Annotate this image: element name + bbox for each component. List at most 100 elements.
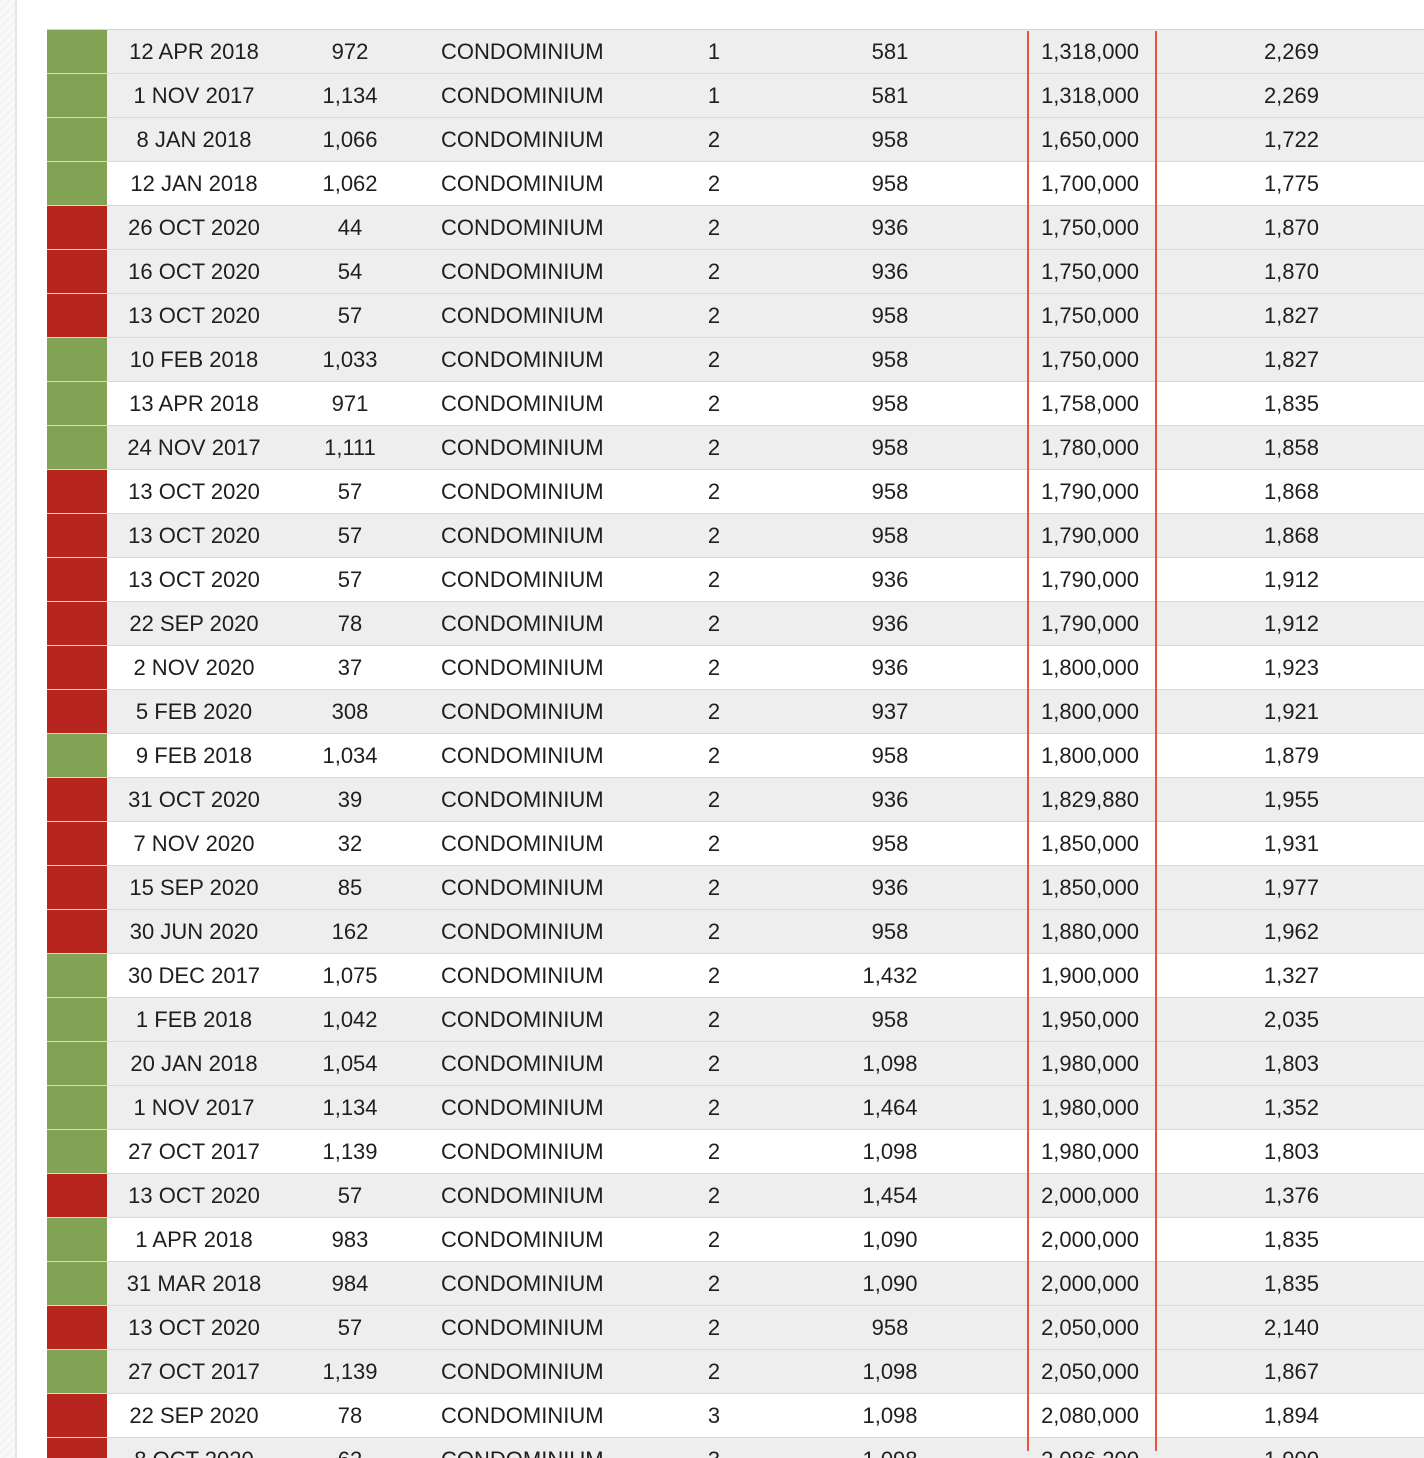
table-row[interactable]: 10 FEB 2018 1,033 CONDOMINIUM 2 958 1,750,000…: [47, 338, 1424, 382]
table-row[interactable]: 15 SEP 2020 85 CONDOMINIUM 2 936 1,850,000 1,9…: [47, 866, 1424, 910]
sale-date-cell: 10 FEB 2018: [129, 347, 259, 372]
sale-date-cell: 15 SEP 2020: [129, 875, 259, 900]
table-row[interactable]: 27 OCT 2017 1,139 CONDOMINIUM 2 1,098 2,050,0…: [47, 1350, 1424, 1394]
area-sqft-cell: 958: [871, 1315, 909, 1340]
status-indicator: [47, 250, 107, 293]
table-row[interactable]: 31 OCT 2020 39 CONDOMINIUM 2 936 1,829,880 1,9…: [47, 778, 1424, 822]
area-sqft-cell: 958: [871, 127, 909, 152]
status-indicator: [47, 382, 107, 425]
table-row[interactable]: 2 NOV 2020 37 CONDOMINIUM 2 936 1,800,000 1,92…: [47, 646, 1424, 690]
status-indicator: [47, 1086, 107, 1129]
price-psf-cell: 1,835: [1263, 1271, 1319, 1296]
area-sqft-cell: 1,432: [862, 963, 918, 988]
area-sqft-cell: 958: [871, 303, 909, 328]
area-sqft-cell: 958: [871, 919, 909, 944]
table-row[interactable]: 9 FEB 2018 1,034 CONDOMINIUM 2 958 1,800,000 1…: [47, 734, 1424, 778]
bedrooms-cell: 2: [707, 1271, 721, 1296]
area-sqft-cell: 1,098: [779, 1438, 1001, 1458]
days-ago-cell: 78: [337, 1403, 363, 1428]
sale-date-cell: 2 NOV 2020: [133, 655, 255, 680]
status-indicator: [47, 1306, 107, 1349]
price-psf-cell: 1,867: [1263, 1359, 1319, 1384]
price-psf-cell: 1,977: [1263, 875, 1319, 900]
table-row[interactable]: 13 OCT 2020 57 CONDOMINIUM 2 936 1,790,000 1,9…: [47, 558, 1424, 602]
days-ago-cell: 162: [331, 919, 369, 944]
table-row[interactable]: 1 NOV 2017 1,134 CONDOMINIUM 1 581 1,318,000 2…: [47, 74, 1424, 118]
property-type-cell: CONDOMINIUM: [441, 391, 604, 416]
property-type-cell: CONDOMINIUM: [441, 1183, 604, 1208]
table-row[interactable]: 12 JAN 2018 1,062 CONDOMINIUM 2 958 1,700,000…: [47, 162, 1424, 206]
status-indicator: [47, 602, 107, 645]
days-ago-cell: 78: [337, 611, 363, 636]
table-row[interactable]: 1 FEB 2018 1,042 CONDOMINIUM 2 958 1,950,000 2…: [47, 998, 1424, 1042]
days-ago-cell: 85: [337, 875, 363, 900]
table-row[interactable]: 8 JAN 2018 1,066 CONDOMINIUM 2 958 1,650,000 1…: [47, 118, 1424, 162]
property-type-cell: CONDOMINIUM: [441, 831, 604, 856]
sale-date-cell: 1 FEB 2018: [135, 1007, 253, 1032]
table-row[interactable]: 7 NOV 2020 32 CONDOMINIUM 2 958 1,850,000 1,93…: [47, 822, 1424, 866]
property-type-cell: CONDOMINIUM: [441, 259, 604, 284]
bedrooms-cell: 3: [649, 1438, 779, 1458]
bedrooms-cell: 2: [707, 303, 721, 328]
table-row[interactable]: 1 NOV 2017 1,134 CONDOMINIUM 2 1,464 1,980,00…: [47, 1086, 1424, 1130]
table-row[interactable]: 30 DEC 2017 1,075 CONDOMINIUM 2 1,432 1,900,0…: [47, 954, 1424, 998]
table-row[interactable]: 13 OCT 2020 57 CONDOMINIUM 2 958 1,790,000 1,8…: [47, 470, 1424, 514]
status-indicator: [47, 1350, 107, 1393]
area-sqft-cell: 936: [871, 611, 909, 636]
bedrooms-cell: 2: [707, 611, 721, 636]
table-row[interactable]: 20 JAN 2018 1,054 CONDOMINIUM 2 1,098 1,980,0…: [47, 1042, 1424, 1086]
days-ago-cell: 1,034: [322, 743, 378, 768]
days-ago-cell: 984: [331, 1271, 369, 1296]
property-type-cell: CONDOMINIUM: [441, 1095, 604, 1120]
status-indicator: [47, 1130, 107, 1173]
bedrooms-cell: 2: [707, 171, 721, 196]
table-row[interactable]: 13 OCT 2020 57 CONDOMINIUM 2 1,454 2,000,000 1…: [47, 1174, 1424, 1218]
bedrooms-cell: 1: [707, 39, 721, 64]
status-indicator: [47, 1042, 107, 1085]
table-row[interactable]: 13 APR 2018 971 CONDOMINIUM 2 958 1,758,000 1,…: [47, 382, 1424, 426]
table-row[interactable]: 13 OCT 2020 57 CONDOMINIUM 2 958 1,790,000 1,8…: [47, 514, 1424, 558]
property-type-cell: CONDOMINIUM: [441, 523, 604, 548]
price-psf-cell: 1,912: [1263, 567, 1319, 592]
area-sqft-cell: 958: [871, 523, 909, 548]
price-psf-cell: 1,775: [1263, 171, 1319, 196]
table-row[interactable]: 13 OCT 2020 57 CONDOMINIUM 2 958 1,750,000 1,8…: [47, 294, 1424, 338]
sale-date-cell: 16 OCT 2020: [128, 259, 260, 284]
status-indicator: [47, 162, 107, 205]
table-row[interactable]: 30 JUN 2020 162 CONDOMINIUM 2 958 1,880,000 1,…: [47, 910, 1424, 954]
status-indicator: [47, 426, 107, 469]
sale-date-cell: 13 OCT 2020: [128, 1183, 260, 1208]
price-psf-cell: 1,900: [1179, 1438, 1319, 1458]
table-row[interactable]: 8 OCT 202062CONDOMINIUM31,0982,086,2001,…: [47, 1438, 1424, 1458]
table-row[interactable]: 16 OCT 2020 54 CONDOMINIUM 2 936 1,750,000 1,8…: [47, 250, 1424, 294]
days-ago-cell: 57: [337, 523, 363, 548]
price-psf-cell: 2,269: [1263, 83, 1319, 108]
table-row[interactable]: 1 APR 2018 983 CONDOMINIUM 2 1,090 2,000,000 1…: [47, 1218, 1424, 1262]
table-row[interactable]: 22 SEP 2020 78 CONDOMINIUM 2 936 1,790,000 1,9…: [47, 602, 1424, 646]
sale-date-cell: 22 SEP 2020: [129, 1403, 259, 1428]
sale-date-cell: 12 JAN 2018: [130, 171, 258, 196]
table-row[interactable]: 27 OCT 2017 1,139 CONDOMINIUM 2 1,098 1,980,0…: [47, 1130, 1424, 1174]
bedrooms-cell: 2: [707, 1095, 721, 1120]
bedrooms-cell: 2: [707, 1183, 721, 1208]
table-row[interactable]: 13 OCT 2020 57 CONDOMINIUM 2 958 2,050,000 2,1…: [47, 1306, 1424, 1350]
price-psf-cell: 1,827: [1263, 303, 1319, 328]
area-sqft-cell: 958: [871, 391, 909, 416]
status-indicator: [47, 30, 107, 73]
table-row[interactable]: 22 SEP 2020 78 CONDOMINIUM 3 1,098 2,080,000 1…: [47, 1394, 1424, 1438]
table-row[interactable]: 24 NOV 2017 1,111 CONDOMINIUM 2 958 1,780,000…: [47, 426, 1424, 470]
status-indicator: [47, 74, 107, 117]
property-type-cell: CONDOMINIUM: [441, 1051, 604, 1076]
bedrooms-cell: 3: [707, 1403, 721, 1428]
table-row[interactable]: 12 APR 2018 972 CONDOMINIUM 1 581 1,318,000 2,…: [47, 30, 1424, 74]
table-row[interactable]: 26 OCT 2020 44 CONDOMINIUM 2 936 1,750,000 1,8…: [47, 206, 1424, 250]
days-ago-cell: 44: [337, 215, 363, 240]
table-row[interactable]: 5 FEB 2020 308 CONDOMINIUM 2 937 1,800,000 1,9…: [47, 690, 1424, 734]
bedrooms-cell: 2: [707, 655, 721, 680]
sale-date-cell: 27 OCT 2017: [128, 1359, 260, 1384]
property-type-cell: CONDOMINIUM: [441, 435, 604, 460]
days-ago-cell: 37: [337, 655, 363, 680]
table-row[interactable]: 31 MAR 2018 984 CONDOMINIUM 2 1,090 2,000,000…: [47, 1262, 1424, 1306]
price-psf-cell: 2,269: [1263, 39, 1319, 64]
bedrooms-cell: 2: [707, 1051, 721, 1076]
